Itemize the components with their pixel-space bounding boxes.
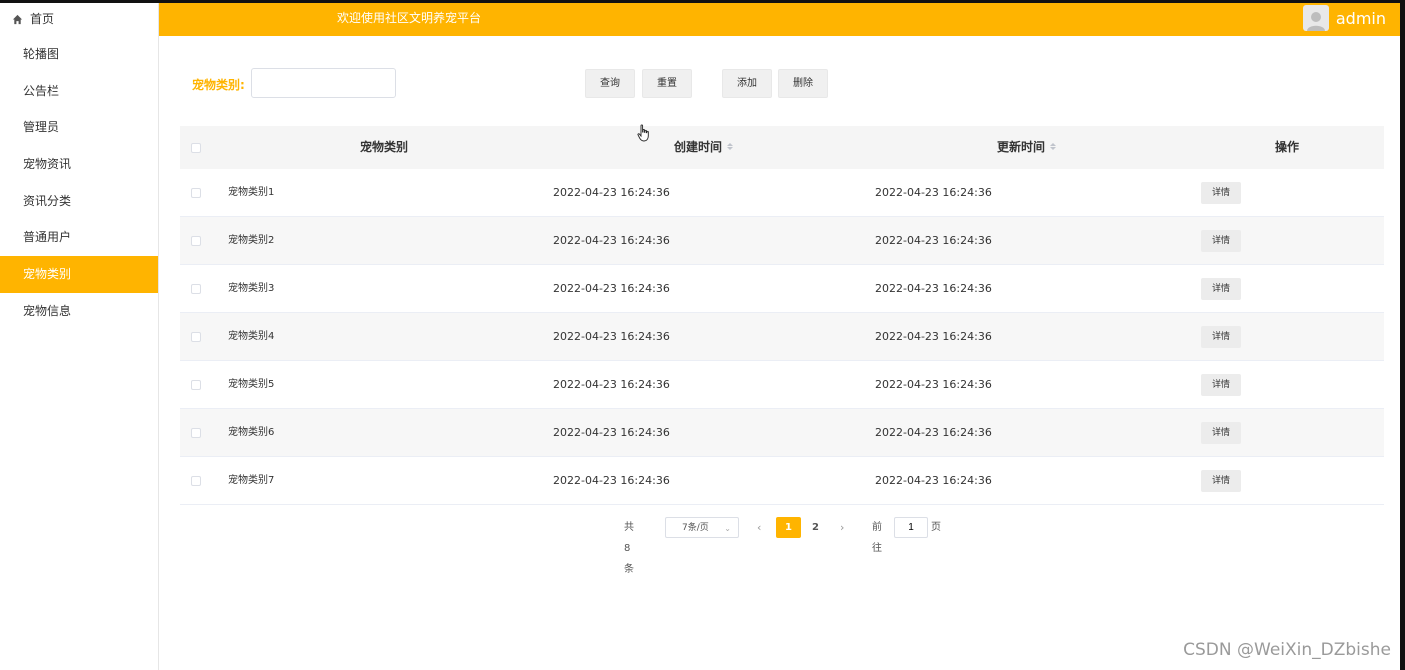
sidebar: 首页 轮播图 公告栏 管理员 宠物资讯 资讯分类 普通用户 宠物类别 宠物信息	[0, 3, 159, 670]
header-updated-label: 更新时间	[997, 140, 1046, 154]
cell-updated: 2022-04-23 16:24:36	[875, 186, 992, 199]
row-checkbox[interactable]	[191, 332, 201, 342]
select-all-checkbox[interactable]	[191, 143, 201, 153]
page-number-1[interactable]: 1	[776, 517, 801, 538]
page-number-2[interactable]: 2	[803, 517, 828, 538]
cell-created: 2022-04-23 16:24:36	[553, 474, 670, 487]
sidebar-item-home[interactable]: 首页	[0, 3, 158, 36]
page-size-value: 7条/页	[682, 523, 709, 533]
search-input[interactable]	[251, 68, 396, 98]
detail-button[interactable]: 详情	[1201, 374, 1241, 396]
table-row: 宠物类别7 2022-04-23 16:24:36 2022-04-23 16:24…	[180, 457, 1384, 505]
sidebar-item[interactable]: 宠物资讯	[0, 146, 158, 183]
row-checkbox[interactable]	[191, 476, 201, 486]
table-header: 宠物类别 创建时间 更新时间 操作	[180, 126, 1384, 169]
detail-button[interactable]: 详情	[1201, 230, 1241, 252]
header-updated[interactable]: 更新时间	[997, 126, 1056, 169]
cell-name: 宠物类别7	[228, 475, 275, 486]
cell-name: 宠物类别2	[228, 235, 275, 246]
goto-suffix: 页	[931, 522, 941, 533]
detail-button[interactable]: 详情	[1201, 326, 1241, 348]
sidebar-item-home-label: 首页	[30, 12, 55, 26]
cell-created: 2022-04-23 16:24:36	[553, 378, 670, 391]
cell-updated: 2022-04-23 16:24:36	[875, 474, 992, 487]
detail-button[interactable]: 详情	[1201, 422, 1241, 444]
cell-name: 宠物类别6	[228, 427, 275, 438]
query-button[interactable]: 查询	[585, 69, 635, 98]
cell-updated: 2022-04-23 16:24:36	[875, 378, 992, 391]
reset-button[interactable]: 重置	[642, 69, 692, 98]
avatar[interactable]	[1302, 5, 1329, 31]
data-table: 宠物类别 创建时间 更新时间 操作 宠物类别1 2022-04-23 16:24:…	[180, 126, 1384, 505]
add-button[interactable]: 添加	[722, 69, 772, 98]
user-avatar-icon	[1306, 12, 1325, 31]
pagination-total: 共 8 条	[624, 522, 634, 575]
cell-created: 2022-04-23 16:24:36	[553, 426, 670, 439]
sort-icon[interactable]	[1050, 143, 1056, 150]
cell-created: 2022-04-23 16:24:36	[553, 330, 670, 343]
welcome-text: 欢迎使用社区文明养宠平台	[337, 11, 482, 25]
cell-created: 2022-04-23 16:24:36	[553, 282, 670, 295]
header-created-label: 创建时间	[674, 140, 723, 154]
username: admin	[1335, 8, 1386, 28]
goto-prefix: 前往	[872, 522, 882, 554]
cell-updated: 2022-04-23 16:24:36	[875, 282, 992, 295]
cell-name: 宠物类别1	[228, 187, 275, 198]
watermark: CSDN @WeiXin_DZbishe	[1183, 640, 1391, 660]
row-checkbox[interactable]	[191, 380, 201, 390]
sidebar-item[interactable]: 轮播图	[0, 36, 158, 73]
sidebar-item[interactable]: 公告栏	[0, 73, 158, 110]
header-name: 宠物类别	[360, 140, 409, 154]
table-row: 宠物类别1 2022-04-23 16:24:36 2022-04-23 16:24…	[180, 169, 1384, 217]
cell-updated: 2022-04-23 16:24:36	[875, 330, 992, 343]
detail-button[interactable]: 详情	[1201, 470, 1241, 492]
table-row: 宠物类别6 2022-04-23 16:24:36 2022-04-23 16:24…	[180, 409, 1384, 457]
prev-page-icon[interactable]: ‹	[757, 517, 761, 538]
sidebar-item[interactable]: 资讯分类	[0, 183, 158, 220]
detail-button[interactable]: 详情	[1201, 182, 1241, 204]
delete-button[interactable]: 删除	[778, 69, 828, 98]
cell-updated: 2022-04-23 16:24:36	[875, 234, 992, 247]
sort-icon[interactable]	[727, 143, 733, 150]
chevron-down-icon: ⌄	[724, 524, 731, 533]
cell-created: 2022-04-23 16:24:36	[553, 186, 670, 199]
row-checkbox[interactable]	[191, 188, 201, 198]
window-right-edge	[1400, 0, 1405, 670]
cell-name: 宠物类别5	[228, 379, 275, 390]
cell-updated: 2022-04-23 16:24:36	[875, 426, 992, 439]
search-label: 宠物类别:	[192, 78, 245, 92]
hand-cursor-icon	[637, 124, 649, 142]
table-row: 宠物类别5 2022-04-23 16:24:36 2022-04-23 16:24…	[180, 361, 1384, 409]
user-menu[interactable]: admin	[1302, 3, 1386, 33]
detail-button[interactable]: 详情	[1201, 278, 1241, 300]
row-checkbox[interactable]	[191, 236, 201, 246]
sidebar-item[interactable]: 管理员	[0, 109, 158, 146]
sidebar-item[interactable]: 宠物信息	[0, 293, 158, 330]
sidebar-item[interactable]: 宠物类别	[0, 256, 158, 293]
row-checkbox[interactable]	[191, 428, 201, 438]
goto-page-input[interactable]	[894, 517, 928, 538]
header-created[interactable]: 创建时间	[674, 126, 733, 169]
top-header: 欢迎使用社区文明养宠平台 admin	[159, 3, 1400, 36]
sidebar-item[interactable]: 普通用户	[0, 219, 158, 256]
table-row: 宠物类别3 2022-04-23 16:24:36 2022-04-23 16:24…	[180, 265, 1384, 313]
table-row: 宠物类别2 2022-04-23 16:24:36 2022-04-23 16:24…	[180, 217, 1384, 265]
header-action: 操作	[1275, 140, 1300, 154]
cell-name: 宠物类别3	[228, 283, 275, 294]
home-icon	[12, 14, 23, 25]
page-size-select[interactable]: 7条/页 ⌄	[665, 517, 739, 538]
table-row: 宠物类别4 2022-04-23 16:24:36 2022-04-23 16:24…	[180, 313, 1384, 361]
cell-name: 宠物类别4	[228, 331, 275, 342]
row-checkbox[interactable]	[191, 284, 201, 294]
next-page-icon[interactable]: ›	[840, 517, 844, 538]
cell-created: 2022-04-23 16:24:36	[553, 234, 670, 247]
